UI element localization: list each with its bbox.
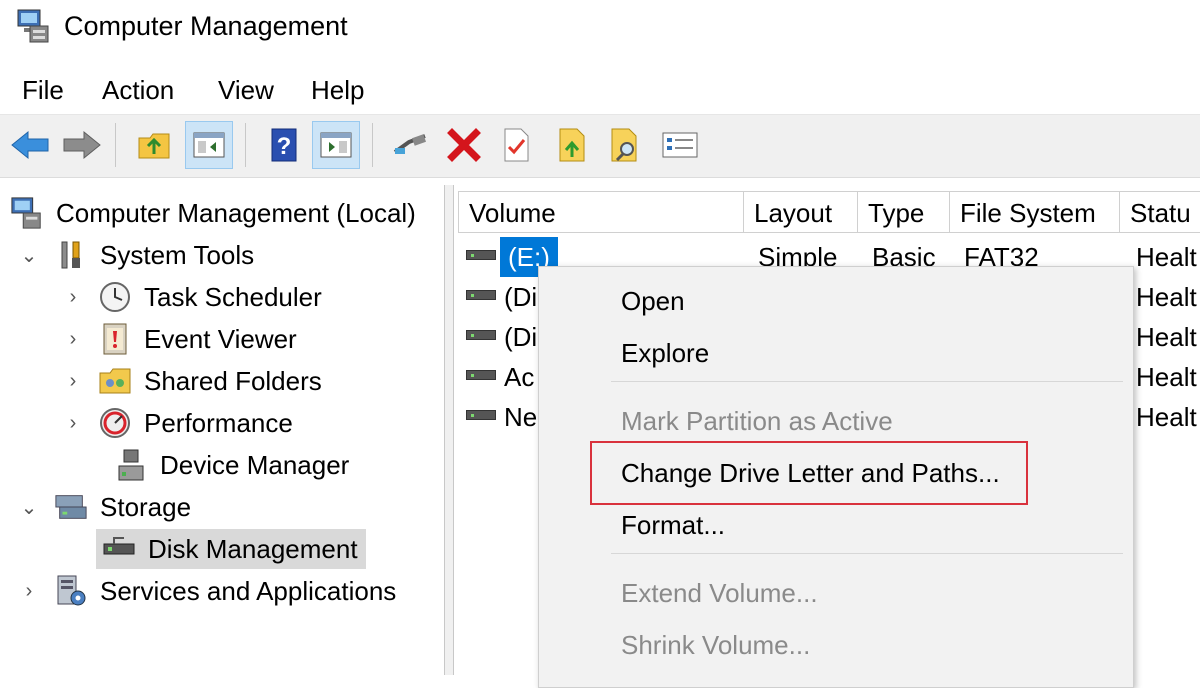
table-row-volume[interactable]: (Di [504,277,537,317]
chevron-down-icon[interactable]: ⌄ [20,495,38,520]
table-row-status: Healt [1136,322,1197,352]
computer-management-icon [10,196,44,230]
drive-icon [466,250,496,260]
table-row-volume[interactable]: Ne [504,397,537,437]
title-bar: Computer Management [0,0,1200,60]
tree-item-disk-management[interactable]: Disk Management [96,529,366,569]
tree-item-system-tools[interactable]: ⌄ System Tools [20,235,255,275]
folder-up-icon[interactable] [548,121,596,169]
help-icon[interactable]: ? [260,121,308,169]
performance-gauge-icon [98,406,132,440]
tree-item-label: Task Scheduler [144,281,322,312]
tree-item-label: Device Manager [160,449,350,480]
storage-icon [54,490,88,524]
clock-icon [98,280,132,314]
properties-icon[interactable] [656,121,704,169]
menu-item-mark-partition-active: Mark Partition as Active [621,406,893,436]
menu-action[interactable]: Action [102,74,174,106]
chevron-down-icon[interactable]: ⌄ [20,243,38,268]
table-row-status: Healt [1136,362,1197,392]
tools-icon [54,238,88,272]
column-header-status[interactable]: Statu [1120,191,1200,233]
table-row-status: Healt [1136,402,1197,432]
tree-item-performance[interactable]: › Performance [64,403,293,443]
column-header-layout[interactable]: Layout [744,191,858,233]
menu-separator [611,381,1123,382]
tree-item-label: System Tools [100,239,255,270]
tree-item-device-manager[interactable]: Device Manager [114,445,349,485]
tree-item-label: Shared Folders [144,365,322,396]
up-folder-icon[interactable] [130,121,178,169]
tree-item-label: Disk Management [148,533,358,564]
drive-icon [466,330,496,340]
column-header-type[interactable]: Type [858,191,950,233]
show-hide-action-pane-icon[interactable] [312,121,360,169]
event-log-icon [98,322,132,356]
tree-item-label: Event Viewer [144,323,297,354]
menu-help[interactable]: Help [311,74,364,106]
folder-search-icon[interactable] [602,121,650,169]
chevron-right-icon[interactable]: › [64,328,82,351]
delete-icon[interactable] [440,121,488,169]
toolbar-separator [115,123,116,167]
disk-management-icon [102,532,136,566]
services-icon [54,574,88,608]
menu-separator [611,553,1123,554]
table-row-status: Healt [1136,242,1197,272]
forward-arrow-icon[interactable] [58,121,106,169]
toolbar: ? [0,115,1200,178]
tree-item-label: Services and Applications [100,575,397,606]
chevron-right-icon[interactable]: › [64,286,82,309]
menu-view[interactable]: View [218,74,274,106]
highlight-annotation [590,441,1028,505]
window-title: Computer Management [64,11,348,41]
device-manager-icon [114,448,148,482]
pane-splitter[interactable] [444,185,454,675]
back-arrow-icon[interactable] [6,121,54,169]
console-tree: Computer Management (Local) ⌄ System Too… [0,185,445,675]
show-hide-console-tree-icon[interactable] [185,121,233,169]
table-row-volume[interactable]: (Di [504,317,537,357]
table-row-status: Healt [1136,282,1197,312]
menu-bar: File Action View Help [0,62,1200,115]
tree-item-label: Storage [100,491,192,522]
tree-item-root[interactable]: Computer Management (Local) [10,193,416,233]
tree-item-event-viewer[interactable]: › Event Viewer [64,319,297,359]
chevron-right-icon[interactable]: › [20,580,38,603]
menu-item-format[interactable]: Format... [621,505,725,545]
tree-item-services-and-applications[interactable]: › Services and Applications [20,571,396,611]
menu-item-open[interactable]: Open [621,281,685,321]
tree-item-label: Performance [144,407,293,438]
tree-item-task-scheduler[interactable]: › Task Scheduler [64,277,322,317]
menu-item-extend-volume: Extend Volume... [621,578,818,608]
column-header-volume[interactable]: Volume [458,191,744,233]
table-row-volume[interactable]: Ac [504,357,534,397]
toolbar-separator [245,123,246,167]
tree-item-shared-folders[interactable]: › Shared Folders [64,361,322,401]
drive-icon [466,410,496,420]
chevron-right-icon[interactable]: › [64,370,82,393]
connect-icon[interactable] [386,121,434,169]
drive-icon [466,370,496,380]
check-icon[interactable] [492,121,540,169]
menu-item-shrink-volume: Shrink Volume... [621,630,811,660]
tree-item-label: Computer Management (Local) [56,197,416,228]
computer-management-icon [16,8,52,44]
menu-item-explore[interactable]: Explore [621,333,709,373]
chevron-right-icon[interactable]: › [64,412,82,435]
drive-icon [466,290,496,300]
shared-folder-icon [98,364,132,398]
menu-file[interactable]: File [22,74,64,106]
tree-item-storage[interactable]: ⌄ Storage [20,487,191,527]
svg-text:?: ? [277,133,292,160]
toolbar-separator [372,123,373,167]
column-header-file-system[interactable]: File System [950,191,1120,233]
